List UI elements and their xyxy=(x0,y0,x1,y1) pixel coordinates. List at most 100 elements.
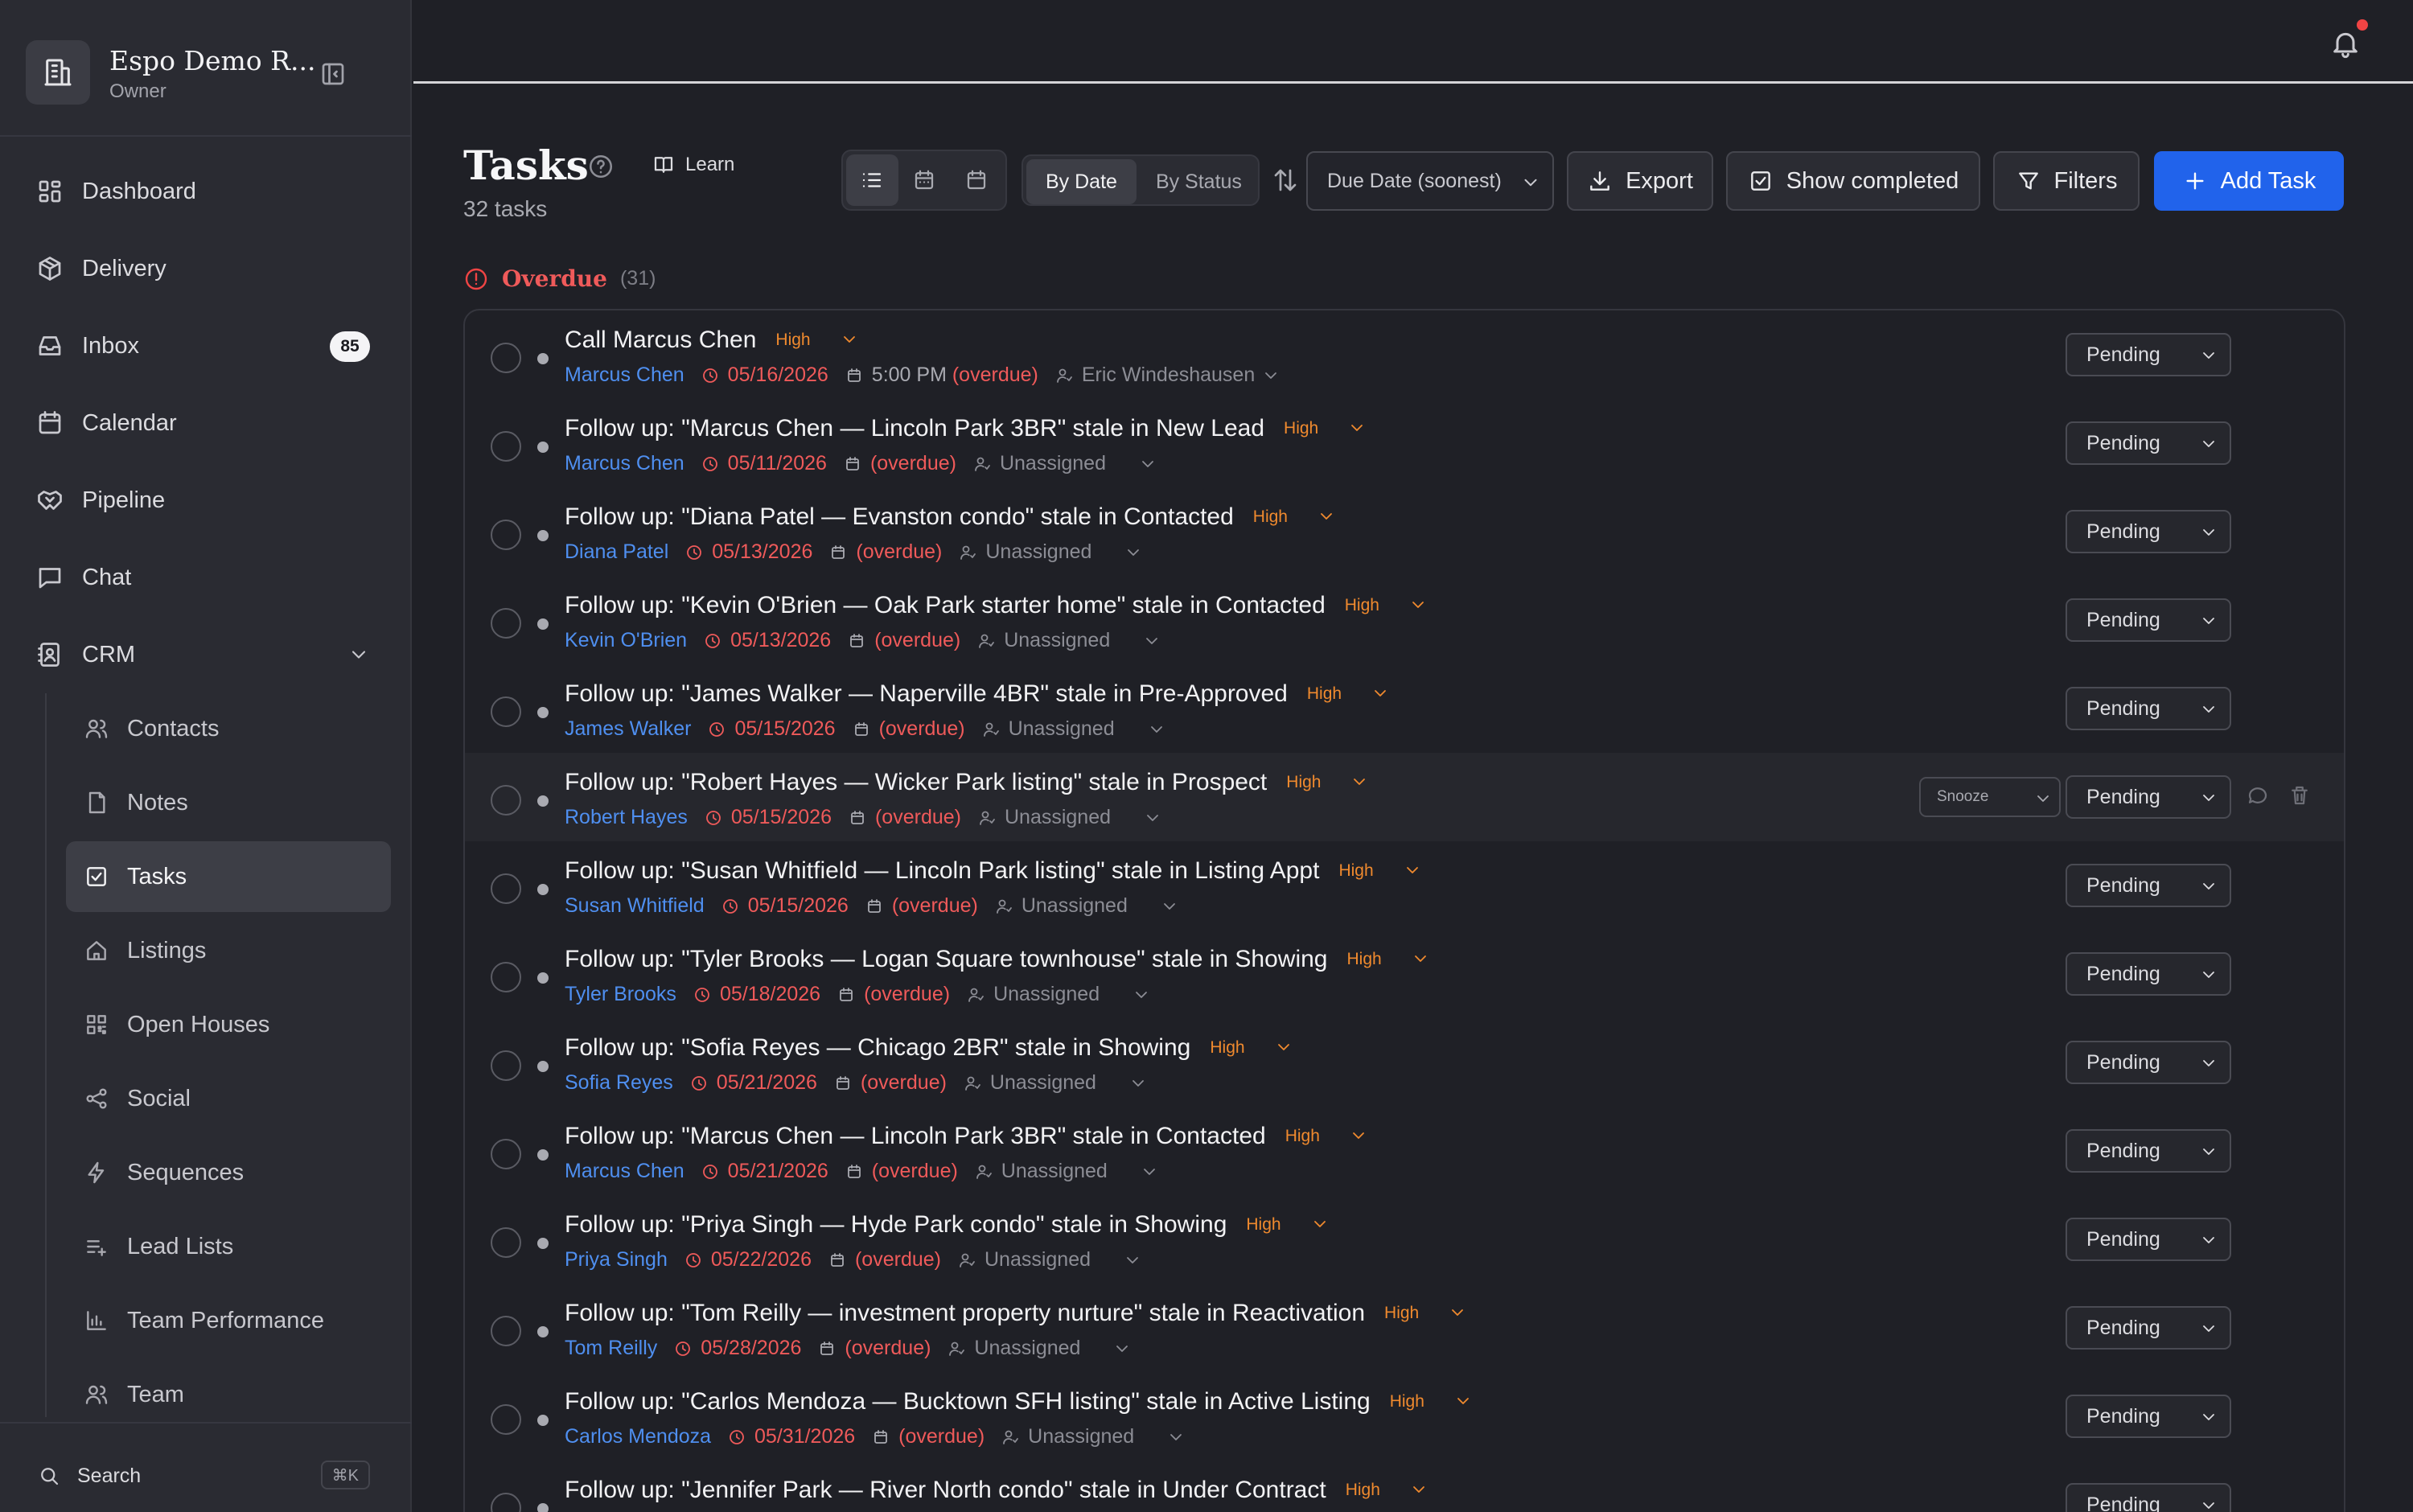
task-assignee[interactable]: Unassigned xyxy=(1004,629,1110,652)
chevron-down-icon[interactable] xyxy=(1349,1126,1370,1147)
task-contact-link[interactable]: Robert Hayes xyxy=(565,806,688,829)
chevron-down-icon[interactable] xyxy=(1166,1428,1186,1447)
task-title-line[interactable]: Follow up: "Kevin O'Brien — Oak Park sta… xyxy=(565,592,1429,619)
chevron-down-icon[interactable] xyxy=(1408,595,1429,616)
add-task-button[interactable]: Add Task xyxy=(2154,151,2344,211)
overdue-section-header[interactable]: Overdue (31) xyxy=(463,265,656,292)
task-complete-checkbox[interactable] xyxy=(491,962,521,992)
task-contact-link[interactable]: Priya Singh xyxy=(565,1248,668,1272)
task-title-line[interactable]: Follow up: "Tyler Brooks — Logan Square … xyxy=(565,946,1432,973)
sort-select[interactable]: Due Date (soonest) xyxy=(1306,151,1554,211)
task-assignee[interactable]: Eric Windeshausen xyxy=(1082,364,1255,387)
chevron-down-icon[interactable] xyxy=(1350,772,1371,793)
task-row[interactable]: Follow up: "Marcus Chen — Lincoln Park 3… xyxy=(465,399,2344,487)
task-complete-checkbox[interactable] xyxy=(491,1493,521,1512)
status-select[interactable]: Pending xyxy=(2066,1306,2231,1350)
task-title-line[interactable]: Follow up: "Carlos Mendoza — Bucktown SF… xyxy=(565,1388,1474,1415)
task-contact-link[interactable]: Sofia Reyes xyxy=(565,1071,673,1095)
calendar-week-icon[interactable] xyxy=(950,154,1002,206)
task-title-line[interactable]: Follow up: "Sofia Reyes — Chicago 2BR" s… xyxy=(565,1034,1295,1062)
task-row[interactable]: Call Marcus Chen High Marcus Chen 05/16/202… xyxy=(465,310,2344,399)
task-title-line[interactable]: Follow up: "Diana Patel — Evanston condo… xyxy=(565,503,1338,531)
task-contact-link[interactable]: Marcus Chen xyxy=(565,1160,684,1183)
task-title-line[interactable]: Follow up: "James Walker — Naperville 4B… xyxy=(565,680,1391,708)
task-assignee[interactable]: Unassigned xyxy=(1028,1425,1134,1448)
sidebar-item-team[interactable]: Team xyxy=(66,1359,391,1430)
task-assignee[interactable]: Unassigned xyxy=(985,540,1091,564)
task-complete-checkbox[interactable] xyxy=(491,608,521,639)
snooze-select[interactable]: Snooze xyxy=(1919,777,2061,817)
calendar-view-icon[interactable] xyxy=(898,154,951,206)
sort-direction-icon[interactable] xyxy=(1271,166,1300,195)
chevron-down-icon[interactable] xyxy=(1142,631,1161,651)
task-assignee[interactable]: Unassigned xyxy=(1001,1160,1108,1183)
sidebar-item-sequences[interactable]: Sequences xyxy=(66,1137,391,1208)
chevron-down-icon[interactable] xyxy=(1409,1480,1430,1501)
sidebar-collapse-icon[interactable] xyxy=(319,60,347,88)
task-contact-link[interactable]: James Walker xyxy=(565,717,691,741)
task-contact-link[interactable]: Carlos Mendoza xyxy=(565,1425,711,1448)
sidebar-item-listings[interactable]: Listings xyxy=(66,915,391,986)
status-select[interactable]: Pending xyxy=(2066,775,2231,819)
task-complete-checkbox[interactable] xyxy=(491,343,521,373)
chevron-down-icon[interactable] xyxy=(1132,985,1151,1005)
task-complete-checkbox[interactable] xyxy=(491,785,521,816)
status-select[interactable]: Pending xyxy=(2066,1218,2231,1261)
learn-link[interactable]: Learn xyxy=(652,153,734,177)
sidebar-item-tasks[interactable]: Tasks xyxy=(66,841,391,912)
bell-icon[interactable] xyxy=(2329,27,2362,60)
task-title-line[interactable]: Follow up: "Marcus Chen — Lincoln Park 3… xyxy=(565,1123,1370,1150)
chevron-down-icon[interactable] xyxy=(1317,507,1338,528)
task-title-line[interactable]: Follow up: "Priya Singh — Hyde Park cond… xyxy=(565,1211,1331,1239)
task-row[interactable]: Follow up: "Susan Whitfield — Lincoln Pa… xyxy=(465,841,2344,930)
task-contact-link[interactable]: Tom Reilly xyxy=(565,1337,657,1360)
chevron-down-icon[interactable] xyxy=(1411,949,1432,970)
chevron-down-icon[interactable] xyxy=(1371,684,1391,705)
task-contact-link[interactable]: Marcus Chen xyxy=(565,452,684,475)
task-assignee[interactable]: Unassigned xyxy=(990,1071,1096,1095)
chevron-down-icon[interactable] xyxy=(1147,720,1166,739)
sidebar-item-notes[interactable]: Notes xyxy=(66,767,391,838)
task-row[interactable]: Follow up: "Sofia Reyes — Chicago 2BR" s… xyxy=(465,1018,2344,1107)
export-button[interactable]: Export xyxy=(1567,151,1713,211)
sidebar-item-lead-lists[interactable]: Lead Lists xyxy=(66,1211,391,1282)
task-row[interactable]: Follow up: "Priya Singh — Hyde Park cond… xyxy=(465,1195,2344,1284)
chevron-down-icon[interactable] xyxy=(1143,808,1162,828)
task-row[interactable]: Follow up: "Kevin O'Brien — Oak Park sta… xyxy=(465,576,2344,664)
nav-dashboard[interactable]: Dashboard xyxy=(19,161,393,222)
nav-chat[interactable]: Chat xyxy=(19,547,393,608)
task-row[interactable]: Follow up: "Jennifer Park — River North … xyxy=(465,1461,2344,1512)
help-circle-icon[interactable] xyxy=(587,153,615,180)
status-select[interactable]: Pending xyxy=(2066,1129,2231,1173)
status-select[interactable]: Pending xyxy=(2066,1395,2231,1438)
task-complete-checkbox[interactable] xyxy=(491,1404,521,1435)
task-title-line[interactable]: Call Marcus Chen High xyxy=(565,327,861,354)
nav-pipeline[interactable]: Pipeline xyxy=(19,470,393,531)
group-by-status-button[interactable]: By Status xyxy=(1137,159,1261,204)
task-title-line[interactable]: Follow up: "Susan Whitfield — Lincoln Pa… xyxy=(565,857,1424,885)
task-assignee[interactable]: Unassigned xyxy=(1000,452,1106,475)
workspace-switcher[interactable]: Espo Demo R... Owner xyxy=(26,40,386,106)
task-row[interactable]: Follow up: "Robert Hayes — Wicker Park l… xyxy=(465,753,2344,841)
task-row[interactable]: Follow up: "James Walker — Naperville 4B… xyxy=(465,664,2344,753)
chevron-down-icon[interactable] xyxy=(1448,1303,1469,1324)
chevron-down-icon[interactable] xyxy=(1403,861,1424,881)
task-assignee[interactable]: Unassigned xyxy=(974,1337,1080,1360)
chevron-down-icon[interactable] xyxy=(1160,897,1179,916)
trash-icon[interactable] xyxy=(2288,783,2312,807)
chevron-down-icon[interactable] xyxy=(1310,1214,1331,1235)
task-complete-checkbox[interactable] xyxy=(491,873,521,904)
status-select[interactable]: Pending xyxy=(2066,421,2231,465)
chevron-down-icon[interactable] xyxy=(1112,1339,1132,1358)
task-contact-link[interactable]: Diana Patel xyxy=(565,540,668,564)
task-complete-checkbox[interactable] xyxy=(491,431,521,462)
task-contact-link[interactable]: Kevin O'Brien xyxy=(565,629,687,652)
status-select[interactable]: Pending xyxy=(2066,510,2231,553)
status-select[interactable]: Pending xyxy=(2066,333,2231,376)
task-row[interactable]: Follow up: "Tyler Brooks — Logan Square … xyxy=(465,930,2344,1018)
task-title-line[interactable]: Follow up: "Tom Reilly — investment prop… xyxy=(565,1300,1469,1327)
chevron-down-icon[interactable] xyxy=(1453,1391,1474,1412)
task-assignee[interactable]: Unassigned xyxy=(993,983,1100,1006)
task-row[interactable]: Follow up: "Diana Patel — Evanston condo… xyxy=(465,487,2344,576)
chevron-down-icon[interactable] xyxy=(1128,1074,1148,1093)
